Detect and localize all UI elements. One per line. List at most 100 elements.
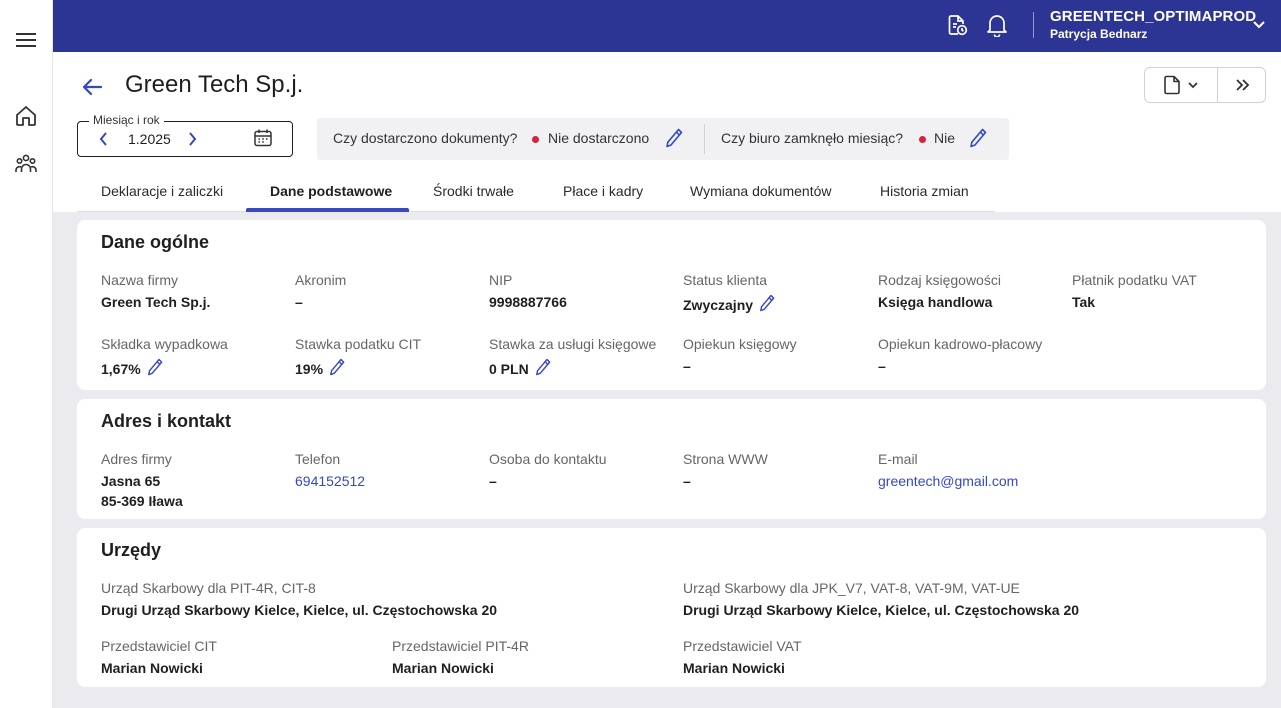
tenant-name[interactable]: GREENTECH_OPTIMAPROD xyxy=(1050,8,1256,25)
phone-field: Telefon 694152512 xyxy=(295,451,365,489)
menu-icon[interactable] xyxy=(13,27,39,53)
nip-value: 9998887766 xyxy=(489,294,567,310)
field-label: Przedstawiciel VAT xyxy=(683,638,802,654)
cit-rep-value: Marian Nowicki xyxy=(101,660,203,676)
top-bar: GREENTECH_OPTIMAPROD Patrycja Bednarz xyxy=(53,0,1281,52)
vat-office-field: Urząd Skarbowy dla JPK_V7, VAT-8, VAT-9M… xyxy=(683,580,1079,618)
address-line2: 85-369 Iława xyxy=(101,493,183,509)
field-value: – xyxy=(878,358,1042,374)
tab-place-kadry[interactable]: Płace i kadry xyxy=(563,183,643,199)
pit-office-value: Drugi Urząd Skarbowy Kielce, Kielce, ul.… xyxy=(101,602,498,618)
accounting-fee-value: 0 PLN xyxy=(489,360,529,377)
accident-rate-field: Składka wypadkowa 1,67% xyxy=(101,336,228,379)
tab-dane-podstawowe[interactable]: Dane podstawowe xyxy=(270,183,392,199)
edit-pencil-icon[interactable] xyxy=(535,358,551,379)
chevron-left-icon[interactable] xyxy=(98,131,110,152)
field-label: Płatnik podatku VAT xyxy=(1072,272,1197,288)
field-label: Adres firmy xyxy=(101,451,172,467)
company-name-value: Green Tech Sp.j. xyxy=(101,294,211,310)
payroll-keeper-value: – xyxy=(878,358,886,374)
field-label: Rodzaj księgowości xyxy=(878,272,1001,288)
month-picker[interactable]: Miesiąc i rok 1.2025 xyxy=(77,113,293,157)
page-title: Green Tech Sp.j. xyxy=(125,71,304,98)
topbar-divider xyxy=(1033,12,1034,38)
edit-pencil-icon[interactable] xyxy=(759,294,775,315)
edit-pencil-icon[interactable] xyxy=(969,128,987,153)
double-chevron-right-icon xyxy=(1235,79,1249,91)
field-label: Urząd Skarbowy dla JPK_V7, VAT-8, VAT-9M… xyxy=(683,580,1020,596)
expand-panel-button[interactable] xyxy=(1218,68,1265,102)
edit-pencil-icon[interactable] xyxy=(329,358,345,379)
document-menu-button[interactable] xyxy=(1145,68,1218,102)
cit-rep-field: Przedstawiciel CIT Marian Nowicki xyxy=(101,638,217,676)
field-label: Urząd Skarbowy dla PIT-4R, CIT-8 xyxy=(101,580,316,596)
accountant-value: – xyxy=(683,358,691,374)
accounting-fee-field: Stawka za usługi księgowe 0 PLN xyxy=(489,336,656,379)
chevron-down-icon[interactable] xyxy=(1251,16,1267,37)
field-label: Składka wypadkowa xyxy=(101,336,228,352)
home-icon[interactable] xyxy=(13,103,39,129)
cit-rate-field: Stawka podatku CIT 19% xyxy=(295,336,421,379)
accident-rate-value: 1,67% xyxy=(101,360,141,377)
edit-pencil-icon[interactable] xyxy=(665,128,683,153)
field-label: E-mail xyxy=(878,451,918,467)
address-heading: Adres i kontakt xyxy=(101,411,232,431)
field-value: Zwyczajny xyxy=(683,294,775,315)
tab-wymiana-dokumentow[interactable]: Wymiana dokumentów xyxy=(690,183,832,199)
field-label: Nazwa firmy xyxy=(101,272,179,288)
field-value: 9998887766 xyxy=(489,294,567,310)
month-picker-label: Miesiąc i rok xyxy=(89,113,164,127)
address-contact-card: Adres i kontakt Adres firmy Jasna 65 85-… xyxy=(77,399,1266,519)
month-value: 1.2025 xyxy=(128,131,171,147)
docs-status-value: Nie dostarczono xyxy=(548,130,650,146)
client-status-field: Status klienta Zwyczajny xyxy=(683,272,775,315)
vat-payer-value: Tak xyxy=(1072,294,1096,310)
field-value: 1,67% xyxy=(101,358,228,379)
tab-bar: Deklaracje i zaliczki Dane podstawowe Śr… xyxy=(77,174,995,212)
tab-deklaracje[interactable]: Deklaracje i zaliczki xyxy=(101,183,223,199)
field-value: Księga handlowa xyxy=(878,294,1001,310)
nip-field: NIP 9998887766 xyxy=(489,272,567,310)
chevron-right-icon[interactable] xyxy=(186,131,198,152)
field-label: Opiekun kadrowo-płacowy xyxy=(878,336,1043,352)
accounting-type-value: Księga handlowa xyxy=(878,294,993,310)
field-label: Przedstawiciel PIT-4R xyxy=(392,638,529,654)
cit-rate-value: 19% xyxy=(295,360,324,377)
page-header: Green Tech Sp.j. Miesiąc i rok 1.2025 Cz… xyxy=(53,52,1281,212)
field-value: – xyxy=(295,294,346,310)
document-clock-icon[interactable] xyxy=(944,12,970,38)
close-status-dot xyxy=(919,136,926,143)
clients-icon[interactable] xyxy=(13,151,39,177)
side-rail xyxy=(0,0,53,708)
email-link[interactable]: greentech@gmail.com xyxy=(878,473,1018,489)
calendar-icon[interactable] xyxy=(253,128,273,153)
tab-srodki-trwale[interactable]: Środki trwałe xyxy=(433,183,514,199)
field-label: Stawka za usługi księgowe xyxy=(489,336,657,352)
pit-rep-field: Przedstawiciel PIT-4R Marian Nowicki xyxy=(392,638,529,676)
contact-person-field: Osoba do kontaktu – xyxy=(489,451,607,489)
contact-person-value: – xyxy=(489,473,497,489)
vat-payer-field: Płatnik podatku VAT Tak xyxy=(1072,272,1197,310)
close-question: Czy biuro zamknęło miesiąc? xyxy=(721,130,904,146)
back-arrow-icon[interactable] xyxy=(79,74,105,100)
address-line1: Jasna 65 xyxy=(101,473,161,489)
website-field: Strona WWW – xyxy=(683,451,768,489)
user-name[interactable]: Patrycja Bednarz xyxy=(1050,27,1147,41)
close-status-value: Nie xyxy=(934,130,956,146)
vat-office-value: Drugi Urząd Skarbowy Kielce, Kielce, ul.… xyxy=(683,602,1080,618)
docs-status-dot xyxy=(532,136,539,143)
accounting-type-field: Rodzaj księgowości Księga handlowa xyxy=(878,272,1001,310)
phone-link[interactable]: 694152512 xyxy=(295,473,365,489)
field-value: 0 PLN xyxy=(489,358,656,379)
bell-icon[interactable] xyxy=(984,12,1010,38)
edit-pencil-icon[interactable] xyxy=(147,358,163,379)
client-status-value: Zwyczajny xyxy=(683,296,754,313)
field-label: Przedstawiciel CIT xyxy=(101,638,217,654)
vat-rep-value: Marian Nowicki xyxy=(683,660,785,676)
field-label: Osoba do kontaktu xyxy=(489,451,607,467)
field-value: Green Tech Sp.j. xyxy=(101,294,210,310)
field-label: Strona WWW xyxy=(683,451,768,467)
acronym-field: Akronim – xyxy=(295,272,346,310)
content-area: Dane ogólne Nazwa firmy Green Tech Sp.j.… xyxy=(53,212,1281,708)
tab-historia-zmian[interactable]: Historia zmian xyxy=(880,183,969,199)
